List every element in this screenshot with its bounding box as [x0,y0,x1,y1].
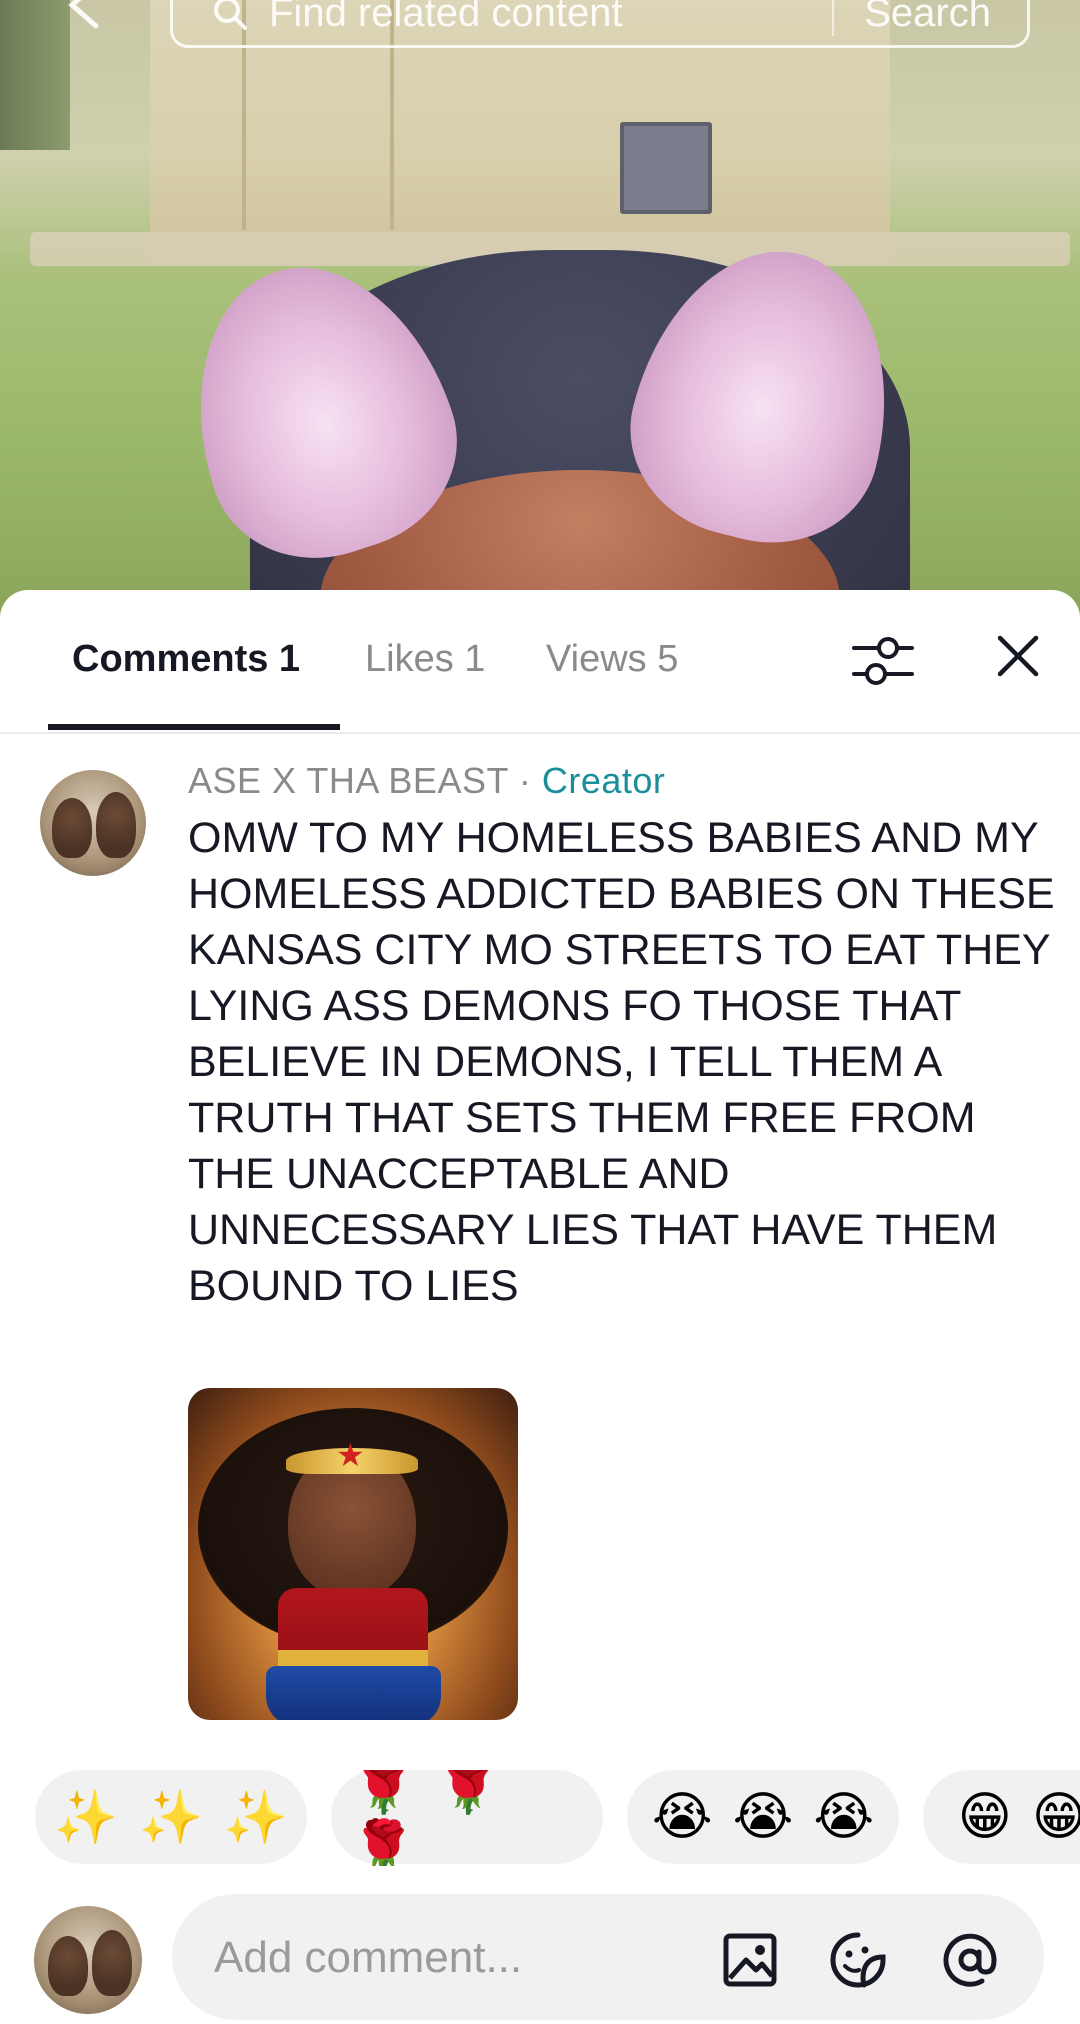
comment-image[interactable]: ★ [188,1388,518,1720]
reaction-grinning[interactable]: 😁😁😁 [923,1770,1080,1864]
back-arrow-icon[interactable] [62,0,102,30]
search-icon [214,0,247,30]
user-avatar[interactable] [34,1906,142,2014]
avatar-figure [52,798,92,858]
tab-comments[interactable]: Comments 1 [72,638,300,681]
quick-reactions: ✨✨✨ 🌹🌹🌹 😭😭😭 😁😁😁 [0,1770,1080,1866]
image-star: ★ [336,1437,365,1473]
image-icon[interactable] [720,1930,780,1990]
image-skirt [266,1666,441,1720]
comment-composer [172,1894,1044,2022]
reaction-crying[interactable]: 😭😭😭 [627,1770,899,1864]
search-placeholder[interactable]: Find related content [269,0,832,36]
comment-header: ASE X THA BEAST · Creator [188,760,665,802]
comment-text: OMW TO MY HOMELESS BABIES AND MY HOMELES… [188,814,1055,1310]
reaction-roses[interactable]: 🌹🌹🌹 [331,1770,603,1866]
video-background[interactable]: Find related content Search [0,0,1080,620]
avatar-figure [96,792,136,858]
video-tree [0,0,70,150]
tab-bar: Comments 1 Likes 1 Views 5 [0,590,1080,734]
search-button[interactable]: Search [864,0,991,36]
active-tab-indicator [48,724,340,730]
search-divider [832,0,835,36]
creator-badge: Creator [541,760,666,801]
commenter-avatar[interactable] [40,770,146,876]
search-bar[interactable]: Find related content Search [170,0,1030,48]
sticker-icon[interactable] [828,1930,888,1990]
tab-views[interactable]: Views 5 [546,638,678,681]
avatar-figure [48,1936,88,1996]
add-comment-input[interactable] [212,1894,696,2022]
reaction-sparkles[interactable]: ✨✨✨ [35,1770,307,1864]
close-icon[interactable] [988,626,1048,686]
video-plaque [620,122,712,214]
tab-likes[interactable]: Likes 1 [365,638,485,681]
filter-sliders-icon[interactable] [850,628,916,694]
avatar-figure [92,1930,132,1996]
comment-separator: · [518,760,532,801]
at-icon[interactable] [940,1930,1000,1990]
comment-username[interactable]: ASE X THA BEAST [188,760,508,801]
